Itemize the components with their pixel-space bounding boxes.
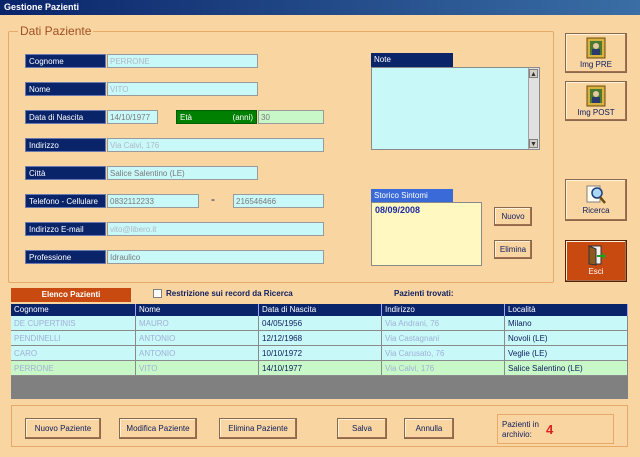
cell-cognome: PENDINELLI <box>11 331 136 345</box>
cell-cognome: PERRONE <box>11 361 136 375</box>
cell-indirizzo: Via Carusato, 76 <box>382 346 505 360</box>
restrizione-checkbox[interactable] <box>153 289 162 298</box>
modifica-paziente-button[interactable]: Modifica Paziente <box>119 418 197 439</box>
picture-frame-icon <box>586 85 606 107</box>
column-header-cognome[interactable]: Cognome <box>11 304 136 316</box>
archivio-counter: Pazienti in archivio: 4 <box>497 414 614 444</box>
ricerca-label: Ricerca <box>582 206 610 215</box>
cell-data-nascita: 14/10/1977 <box>259 361 382 375</box>
citta-label: Città <box>25 166 106 180</box>
restrizione-label: Restrizione sui record da Ricerca <box>166 289 293 298</box>
note-scrollbar[interactable] <box>528 68 539 149</box>
salva-button[interactable]: Salva <box>337 418 387 439</box>
cell-indirizzo: Via Castagnani <box>382 331 505 345</box>
column-header-localita[interactable]: Località <box>505 304 628 316</box>
pazienti-trovati-label: Pazienti trovati: <box>394 289 454 298</box>
cell-nome: MAURO <box>136 316 259 330</box>
cell-data-nascita: 10/10/1972 <box>259 346 382 360</box>
esci-label: Esci <box>588 267 604 276</box>
cell-localita: Milano <box>505 316 628 330</box>
section-title: Dati Paziente <box>18 24 94 38</box>
ricerca-button[interactable]: Ricerca <box>565 179 627 221</box>
elenco-pazienti-label: Elenco Pazienti <box>11 288 131 302</box>
professione-label: Professione <box>25 250 106 264</box>
annulla-button[interactable]: Annulla <box>404 418 454 439</box>
img-pre-button[interactable]: Img PRE <box>565 33 627 73</box>
scroll-up-icon[interactable]: ▲ <box>529 69 538 78</box>
exit-door-icon <box>588 245 606 266</box>
note-textarea[interactable] <box>371 67 540 150</box>
professione-field[interactable]: Idraulico <box>107 250 324 264</box>
table-row[interactable]: CARO ANTONIO 10/10/1972 Via Carusato, 76… <box>11 346 628 361</box>
nuovo-sintomo-button[interactable]: Nuovo <box>494 207 532 226</box>
window-title: Gestione Pazienti <box>0 0 640 15</box>
note-label: Note <box>371 53 453 67</box>
nome-field[interactable]: VITO <box>107 82 258 96</box>
picture-frame-icon <box>586 37 606 59</box>
search-icon <box>586 185 606 204</box>
img-post-button[interactable]: Img POST <box>565 81 627 121</box>
cell-indirizzo: Via Calvi, 176 <box>382 361 505 375</box>
data-nascita-field[interactable]: 14/10/1977 <box>107 110 158 124</box>
email-field[interactable]: vito@libero.it <box>107 222 324 236</box>
cell-localita: Salice Salentino (LE) <box>505 361 628 375</box>
cell-nome: ANTONIO <box>136 346 259 360</box>
eta-label: Età (anni) <box>176 110 257 124</box>
indirizzo-label: Indirizzo <box>25 138 106 152</box>
citta-field[interactable]: Salice Salentino (LE) <box>107 166 258 180</box>
telefono-field[interactable]: 0832112233 <box>107 194 199 208</box>
data-nascita-label: Data di Nascita <box>25 110 106 124</box>
cell-nome: ANTONIO <box>136 331 259 345</box>
telefono-label: Telefono - Cellulare <box>25 194 106 208</box>
eta-label-text: Età <box>180 113 193 122</box>
storico-label: Storico Sintomi <box>371 189 453 202</box>
storico-list[interactable]: 08/09/2008 <box>371 202 482 266</box>
archivio-count: 4 <box>546 422 554 437</box>
table-row[interactable]: PENDINELLI ANTONIO 12/12/1968 Via Castag… <box>11 331 628 346</box>
img-post-label: Img POST <box>577 108 615 117</box>
cell-cognome: CARO <box>11 346 136 360</box>
cell-indirizzo: Via Andrani, 76 <box>382 316 505 330</box>
cognome-label: Cognome <box>25 54 106 68</box>
storico-entry[interactable]: 08/09/2008 <box>372 203 481 217</box>
cell-localita: Veglie (LE) <box>505 346 628 360</box>
column-header-nome[interactable]: Nome <box>136 304 259 316</box>
telefono-separator: - <box>211 192 215 206</box>
email-label: Indirizzo E-mail <box>25 222 106 236</box>
column-header-data-nascita[interactable]: Data di Nascita <box>259 304 382 316</box>
cellulare-field[interactable]: 216546466 <box>233 194 324 208</box>
nome-label: Nome <box>25 82 106 96</box>
img-pre-label: Img PRE <box>579 60 612 69</box>
cell-localita: Novoli (LE) <box>505 331 628 345</box>
eta-field[interactable]: 30 <box>258 110 324 124</box>
esci-button[interactable]: Esci <box>565 240 627 282</box>
column-header-indirizzo[interactable]: Indirizzo <box>382 304 505 316</box>
cell-cognome: DE CUPERTINIS <box>11 316 136 330</box>
cell-data-nascita: 12/12/1968 <box>259 331 382 345</box>
scroll-down-icon[interactable]: ▼ <box>529 139 538 148</box>
cognome-field[interactable]: PERRONE <box>107 54 258 68</box>
indirizzo-field[interactable]: Via Calvi, 176 <box>107 138 324 152</box>
elimina-sintomo-button[interactable]: Elimina <box>494 240 532 259</box>
eta-unit: (anni) <box>232 113 253 122</box>
table-header: Cognome Nome Data di Nascita Indirizzo L… <box>11 304 628 316</box>
elimina-paziente-button[interactable]: Elimina Paziente <box>219 418 297 439</box>
nuovo-paziente-button[interactable]: Nuovo Paziente <box>25 418 101 439</box>
archivio-label: Pazienti in archivio: <box>502 420 539 439</box>
table-row[interactable]: DE CUPERTINIS MAURO 04/05/1956 Via Andra… <box>11 316 628 331</box>
patients-table[interactable]: Cognome Nome Data di Nascita Indirizzo L… <box>11 304 628 399</box>
cell-nome: VITO <box>136 361 259 375</box>
table-row-selected[interactable]: PERRONE VITO 14/10/1977 Via Calvi, 176 S… <box>11 361 628 376</box>
cell-data-nascita: 04/05/1956 <box>259 316 382 330</box>
